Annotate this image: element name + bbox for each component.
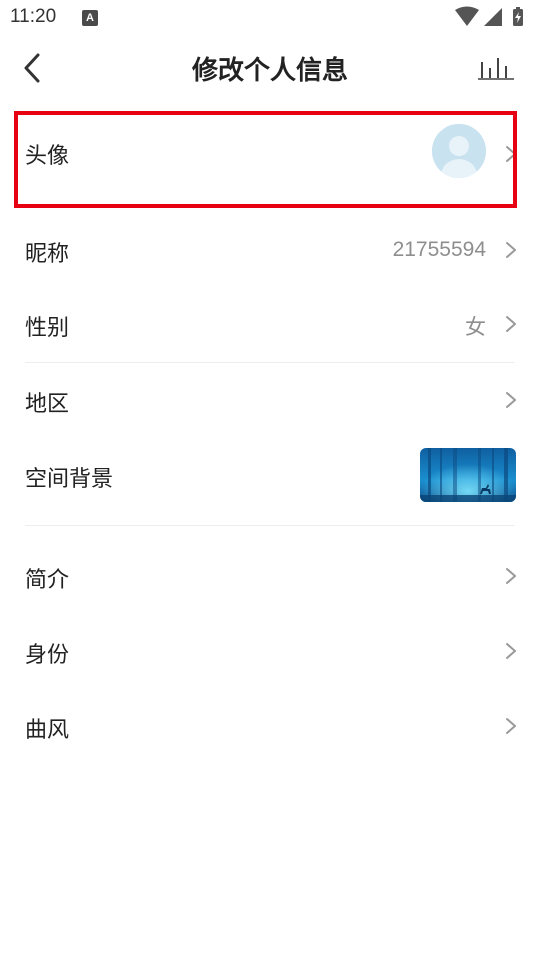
nickname-value: 21755594 <box>392 238 486 261</box>
chevron-right-icon <box>506 568 516 584</box>
gender-label: 性别 <box>25 316 70 341</box>
row-intro[interactable]: 简介 <box>0 538 540 612</box>
battery-charging-icon <box>513 7 523 26</box>
bar-chart-icon[interactable] <box>476 54 516 84</box>
chevron-right-icon <box>506 643 516 659</box>
section-divider <box>25 525 515 526</box>
forest-deer-image <box>420 448 516 502</box>
wifi-icon <box>455 6 479 26</box>
nav-bar: 修改个人信息 <box>0 36 540 102</box>
system-status-icons <box>455 6 523 26</box>
chevron-right-icon <box>506 718 516 734</box>
status-bar: 11:20 A <box>0 0 540 36</box>
space-background-label: 空间背景 <box>25 467 114 492</box>
avatar[interactable] <box>432 124 486 178</box>
row-identity[interactable]: 身份 <box>0 613 540 687</box>
nickname-label: 昵称 <box>25 242 70 267</box>
music-style-label: 曲风 <box>25 718 70 743</box>
status-time: 11:20 <box>10 6 57 27</box>
identity-label: 身份 <box>25 643 70 668</box>
gender-value: 女 <box>465 316 486 339</box>
space-background-thumbnail[interactable] <box>420 448 516 502</box>
avatar-label: 头像 <box>25 144 70 169</box>
intro-label: 简介 <box>25 568 70 593</box>
chevron-right-icon <box>506 316 516 332</box>
row-gender[interactable]: 性别 女 <box>0 288 540 362</box>
notification-app-icon: A <box>82 10 98 26</box>
region-label: 地区 <box>25 392 70 417</box>
row-music-style[interactable]: 曲风 <box>0 688 540 762</box>
row-nickname[interactable]: 昵称 21755594 <box>0 212 540 286</box>
chevron-right-icon <box>506 392 516 408</box>
signal-icon <box>484 8 502 26</box>
chevron-right-icon <box>506 242 516 258</box>
chevron-right-icon <box>506 146 516 162</box>
row-region[interactable]: 地区 <box>0 363 540 437</box>
default-avatar-icon <box>432 124 486 178</box>
page-title: 修改个人信息 <box>191 56 348 86</box>
